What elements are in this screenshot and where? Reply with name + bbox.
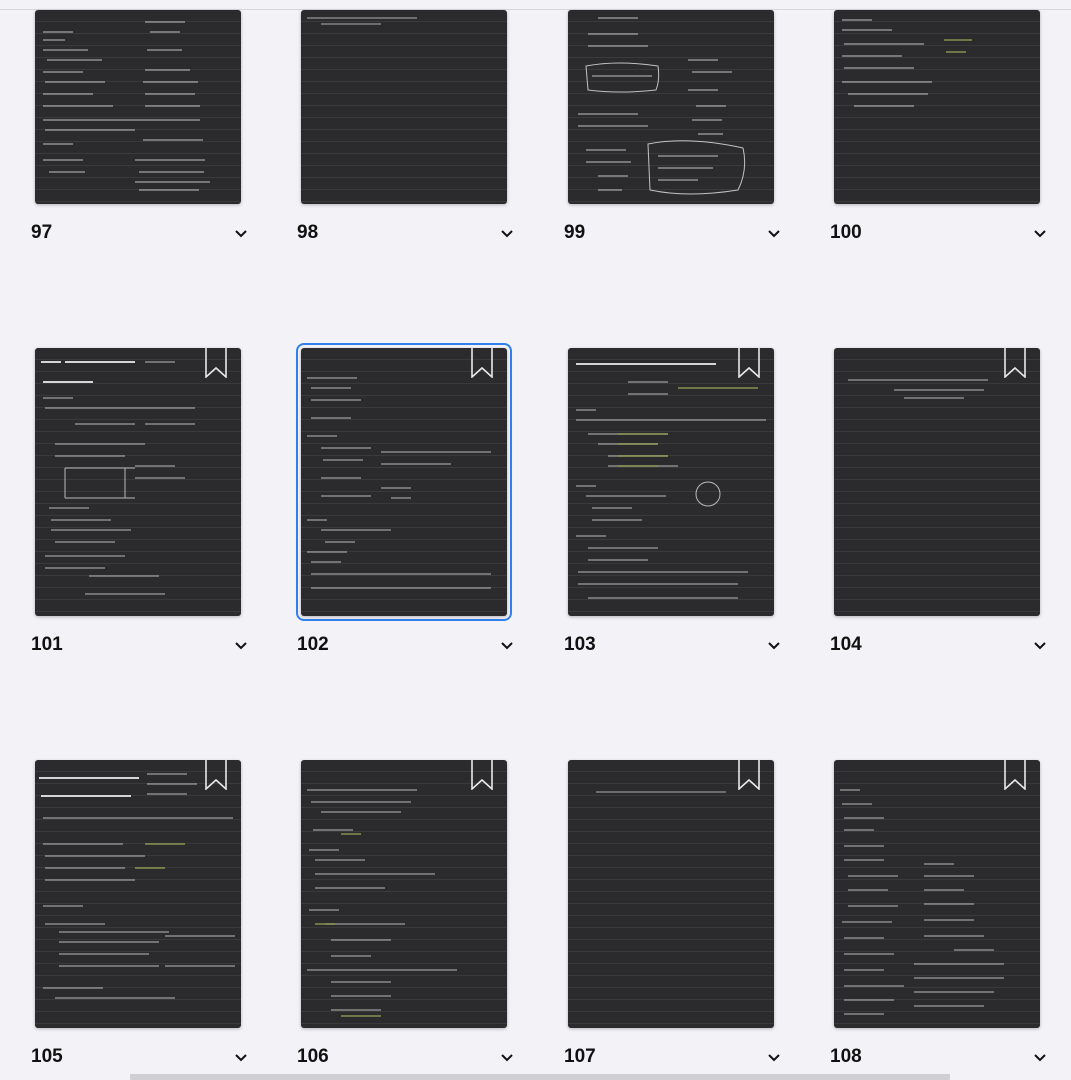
page-preview[interactable] bbox=[568, 348, 774, 616]
page-thumbnail-101[interactable]: 101 bbox=[31, 348, 275, 655]
chevron-down-icon[interactable] bbox=[233, 226, 249, 242]
page-number: 106 bbox=[297, 1046, 329, 1067]
page-number: 105 bbox=[31, 1046, 63, 1067]
page-number: 107 bbox=[564, 1046, 596, 1067]
handwriting-ink bbox=[39, 773, 235, 999]
page-thumbnail-99[interactable]: 99 bbox=[564, 0, 808, 260]
handwriting-ink bbox=[307, 789, 457, 1017]
chevron-down-icon[interactable] bbox=[499, 226, 515, 242]
page-preview-selected[interactable] bbox=[296, 343, 512, 621]
chevron-down-icon[interactable] bbox=[1032, 638, 1048, 654]
page-thumbnail-108[interactable]: 108 bbox=[830, 760, 1071, 1067]
bookmark-icon[interactable] bbox=[205, 760, 227, 790]
page-preview[interactable] bbox=[301, 760, 507, 1028]
page-thumbnail-100[interactable]: 100 bbox=[830, 0, 1071, 260]
chevron-down-icon[interactable] bbox=[766, 1050, 782, 1066]
handwriting-ink bbox=[842, 19, 972, 107]
page-number: 102 bbox=[297, 634, 329, 655]
bottom-toolbar-edge bbox=[130, 1074, 950, 1080]
handwriting-ink bbox=[840, 789, 1004, 1015]
handwriting-ink bbox=[43, 21, 210, 191]
page-preview[interactable] bbox=[568, 760, 774, 1028]
chevron-down-icon[interactable] bbox=[1032, 226, 1048, 242]
page-number: 98 bbox=[297, 222, 319, 243]
chevron-down-icon[interactable] bbox=[1032, 1050, 1048, 1066]
bookmark-icon[interactable] bbox=[738, 348, 760, 378]
page-number: 103 bbox=[564, 634, 596, 655]
page-thumbnail-grid: 97 98 99 100 101 102 103 104 105 106 107… bbox=[0, 0, 1071, 1080]
chevron-down-icon[interactable] bbox=[766, 226, 782, 242]
page-thumbnail-97[interactable]: 97 bbox=[31, 0, 275, 260]
bookmark-icon[interactable] bbox=[1004, 760, 1026, 790]
chevron-down-icon[interactable] bbox=[233, 1050, 249, 1066]
page-preview[interactable] bbox=[301, 10, 507, 204]
page-preview[interactable] bbox=[35, 10, 241, 204]
page-preview[interactable] bbox=[834, 760, 1040, 1028]
handwriting-ink bbox=[307, 17, 417, 25]
handwriting-ink bbox=[596, 791, 726, 793]
handwriting-ink bbox=[578, 17, 746, 195]
page-thumbnail-107[interactable]: 107 bbox=[564, 760, 808, 1067]
bookmark-icon[interactable] bbox=[471, 760, 493, 790]
page-thumbnail-104[interactable]: 104 bbox=[830, 348, 1071, 655]
handwriting-ink bbox=[41, 361, 195, 595]
chevron-down-icon[interactable] bbox=[233, 638, 249, 654]
handwriting-ink bbox=[848, 379, 988, 399]
bookmark-icon[interactable] bbox=[738, 760, 760, 790]
chevron-down-icon[interactable] bbox=[499, 638, 515, 654]
bookmark-icon[interactable] bbox=[1004, 348, 1026, 378]
page-number: 101 bbox=[31, 634, 63, 655]
page-preview[interactable] bbox=[568, 10, 774, 204]
page-preview[interactable] bbox=[35, 760, 241, 1028]
page-number: 104 bbox=[830, 634, 862, 655]
page-number: 99 bbox=[564, 222, 586, 243]
bookmark-icon[interactable] bbox=[205, 348, 227, 378]
page-number: 108 bbox=[830, 1046, 862, 1067]
page-preview[interactable] bbox=[35, 348, 241, 616]
page-thumbnail-106[interactable]: 106 bbox=[297, 760, 541, 1067]
page-thumbnail-105[interactable]: 105 bbox=[31, 760, 275, 1067]
page-number: 100 bbox=[830, 222, 862, 243]
handwriting-ink bbox=[576, 363, 766, 599]
chevron-down-icon[interactable] bbox=[766, 638, 782, 654]
page-thumbnail-103[interactable]: 103 bbox=[564, 348, 808, 655]
chevron-down-icon[interactable] bbox=[499, 1050, 515, 1066]
handwriting-ink bbox=[307, 377, 491, 589]
page-thumbnail-102[interactable]: 102 bbox=[296, 343, 541, 655]
page-preview[interactable] bbox=[834, 348, 1040, 616]
bookmark-icon[interactable] bbox=[471, 348, 493, 378]
page-number: 97 bbox=[31, 222, 53, 243]
page-preview[interactable] bbox=[834, 10, 1040, 204]
page-thumbnail-98[interactable]: 98 bbox=[297, 0, 541, 260]
